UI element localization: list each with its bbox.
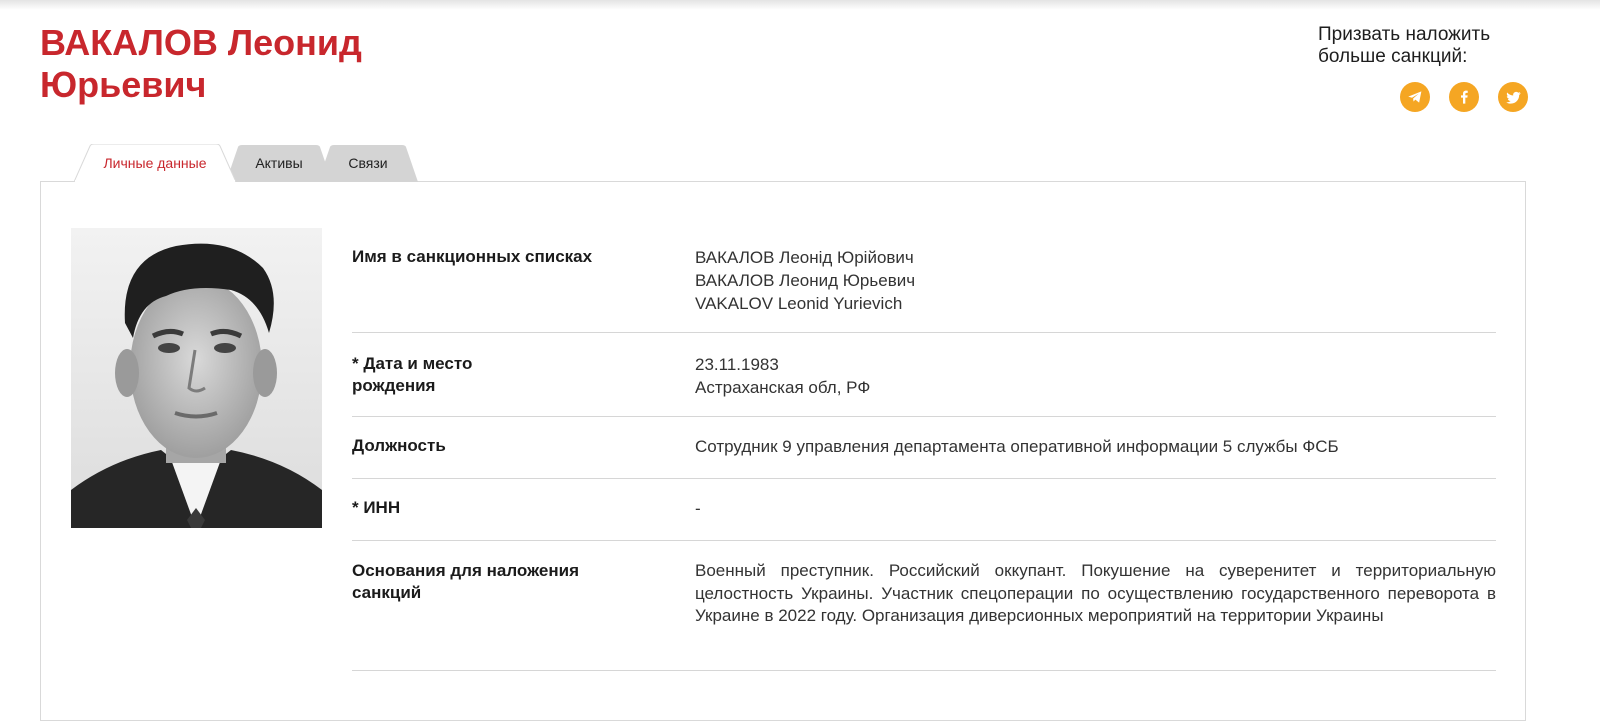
tab-assets-label: Активы (255, 155, 303, 171)
inn-label: * ИНН (352, 498, 401, 517)
birth-values: 23.11.1983 Астраханская обл, РФ (695, 353, 1496, 416)
tab-personal-data[interactable]: Личные данные (74, 144, 236, 182)
birth-date: 23.11.1983 (695, 355, 779, 374)
birth-label: * Дата и место рождения (352, 353, 695, 416)
detail-row-grounds: Основания для наложения санкций Военный … (352, 541, 1496, 671)
tab-connections[interactable]: Связи (318, 144, 418, 182)
page-title: ВАКАЛОВ Леонид Юрьевич (40, 22, 560, 106)
detail-row-inn: * ИНН - (352, 479, 1496, 541)
share-label-line-1: Призвать наложить (1318, 24, 1491, 45)
page-title-line-1: ВАКАЛОВ Леонид (40, 22, 362, 63)
birth-label-line-2: рождения (352, 376, 436, 395)
grounds-value: Военный преступник. Российский оккупант.… (695, 561, 1496, 625)
position-value-text: Сотрудник 9 управления департамента опер… (695, 437, 1339, 456)
share-label: Призвать наложить больше санкций: (1318, 24, 1528, 68)
sanction-names-label: Имя в санкционных списках (352, 247, 593, 266)
birth-place: Астраханская обл, РФ (695, 378, 871, 397)
sanction-names-values: ВАКАЛОВ Леонід Юрійович ВАКАЛОВ Леонид Ю… (695, 246, 1496, 332)
position-label: Должность (352, 436, 446, 455)
facebook-icon[interactable] (1449, 82, 1479, 112)
tab-personal-data-label: Личные данные (103, 155, 207, 171)
share-icons (1318, 82, 1528, 112)
top-shadow (0, 0, 1600, 10)
detail-row-birth: * Дата и место рождения 23.11.1983 Астра… (352, 333, 1496, 417)
grounds-label: Основания для наложения санкций (352, 560, 695, 670)
person-photo (71, 228, 322, 528)
details-table: Имя в санкционных списках ВАКАЛОВ Леонід… (352, 232, 1496, 671)
tab-connections-label: Связи (348, 155, 388, 171)
grounds-label-line-2: санкций (352, 583, 422, 602)
twitter-icon[interactable] (1498, 82, 1528, 112)
birth-label-line-1: * Дата и место (352, 354, 473, 373)
detail-row-position: Должность Сотрудник 9 управления департа… (352, 417, 1496, 479)
detail-row-sanction-names: Имя в санкционных списках ВАКАЛОВ Леонід… (352, 232, 1496, 333)
telegram-icon[interactable] (1400, 82, 1430, 112)
sanction-name-ru: ВАКАЛОВ Леонид Юрьевич (695, 271, 916, 290)
share-label-line-2: больше санкций: (1318, 46, 1468, 67)
tab-assets[interactable]: Активы (226, 144, 332, 182)
inn-value: - (695, 497, 1496, 540)
page-title-line-2: Юрьевич (40, 64, 207, 105)
inn-value-text: - (695, 499, 701, 518)
sanction-name-en: VAKALOV Leonid Yurievich (695, 294, 903, 313)
position-value: Сотрудник 9 управления департамента опер… (695, 435, 1496, 478)
share-block: Призвать наложить больше санкций: (1318, 24, 1528, 112)
grounds-label-line-1: Основания для наложения (352, 561, 579, 580)
sanction-name-ua: ВАКАЛОВ Леонід Юрійович (695, 248, 914, 267)
